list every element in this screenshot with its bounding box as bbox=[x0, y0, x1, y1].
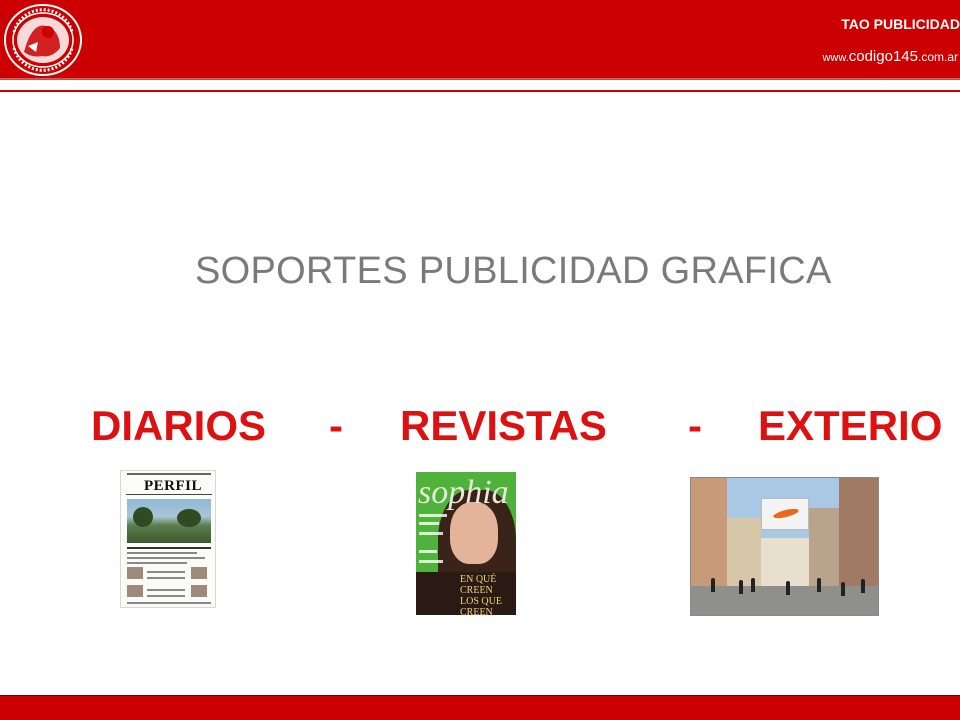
brand-title: TAO PUBLICIDAD bbox=[841, 16, 960, 32]
magazine-headline: EN QUÉ CREEN LOS QUE CREEN bbox=[460, 574, 516, 615]
url-domain: codigo145 bbox=[848, 48, 918, 65]
magazine-headline-line-2: CREEN bbox=[460, 585, 493, 596]
magazine-logo: sophia bbox=[418, 474, 509, 511]
media-type-diarios: DIARIOS bbox=[91, 402, 267, 449]
magazine-headline-line-3: LOS QUE CREEN bbox=[460, 596, 502, 615]
header-divider bbox=[0, 90, 960, 92]
magazine-thumbnail: sophia EN QUÉ CREEN LOS QUE CREEN bbox=[416, 472, 516, 615]
slide-title: SOPORTES PUBLICIDAD GRAFICA bbox=[195, 250, 832, 292]
magazine-headline-line-1: EN QUÉ bbox=[460, 574, 497, 585]
header-bar: TAO PUBLICIDAD www.codigo145.com.ar bbox=[0, 0, 960, 80]
newspaper-hero-photo bbox=[127, 499, 211, 543]
media-separator-1: - bbox=[329, 402, 343, 449]
newspaper-thumbnail: PERFIL bbox=[120, 470, 216, 608]
media-type-revistas: REVISTAS bbox=[400, 402, 607, 449]
outdoor-thumbnail bbox=[690, 477, 879, 616]
media-types-row: DIARIOS - REVISTAS - EXTERIO bbox=[91, 400, 960, 450]
newspaper-masthead: PERFIL bbox=[126, 475, 212, 495]
header-inner-line bbox=[0, 78, 960, 80]
url-suffix: .com.ar bbox=[917, 50, 958, 64]
footer-bar bbox=[0, 695, 960, 720]
media-type-exterior: EXTERIO bbox=[758, 402, 943, 449]
university-seal-icon bbox=[4, 4, 82, 76]
newspaper-masthead-text: PERFIL bbox=[144, 478, 203, 494]
street-road bbox=[691, 586, 878, 615]
brand-url[interactable]: www.codigo145.com.ar bbox=[822, 48, 958, 66]
media-separator-2: - bbox=[688, 402, 702, 449]
url-prefix: www. bbox=[822, 52, 849, 64]
